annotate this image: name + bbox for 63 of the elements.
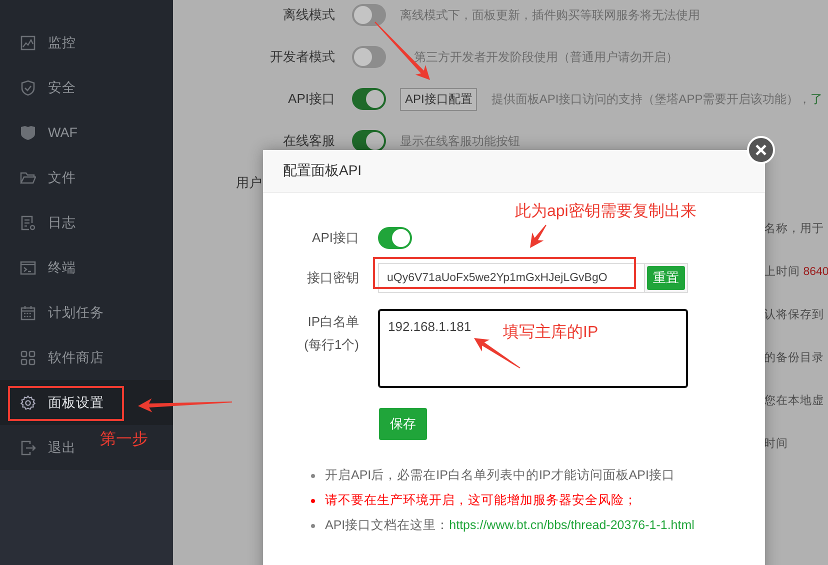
key-field[interactable]: uQy6V71aUoFx5we2Yp1mGxHJejLGvBgO xyxy=(378,263,644,293)
reset-button[interactable]: 重置 xyxy=(647,266,685,290)
field-label: API接口 xyxy=(311,229,359,247)
toggle-switch[interactable] xyxy=(352,130,386,152)
note-text: 请不要在生产环境开启，这可能增加服务器安全风险； xyxy=(325,492,637,509)
shield-icon xyxy=(20,80,36,96)
chart-icon xyxy=(20,34,36,50)
setting-description: 显示在线客服功能按钮 xyxy=(400,132,520,150)
bullet-dot xyxy=(311,498,315,502)
sidebar-item[interactable]: 退出 xyxy=(8,430,84,466)
annotation-text: 填写主库的IP xyxy=(503,322,598,343)
save-button[interactable]: 保存 xyxy=(379,408,427,440)
apps-icon xyxy=(20,350,36,366)
shield-icon xyxy=(20,124,36,140)
bullet-dot xyxy=(311,524,315,528)
annotation-text: 此为api密钥需要复制出来 xyxy=(515,202,696,222)
annotation-arrow xyxy=(530,224,546,248)
sidebar-item[interactable]: 日志 xyxy=(8,204,84,240)
dialog-title: 配置面板API xyxy=(283,162,362,180)
setting-label: 开发者模式 xyxy=(269,48,335,66)
doc-link[interactable]: https://www.bt.cn/bbs/thread-20376-1-1.html xyxy=(449,518,694,532)
folder-icon xyxy=(20,170,36,186)
document-icon xyxy=(20,214,36,230)
setting-label: API接口 xyxy=(287,90,335,108)
sidebar-item[interactable]: WAF xyxy=(8,114,86,150)
toggle-switch[interactable] xyxy=(352,46,386,68)
note-text: 开启API后，必需在IP白名单列表中的IP才能访问面板API接口 xyxy=(325,467,675,484)
toggle-switch[interactable] xyxy=(378,227,412,249)
setting-description: 您在本地虚 xyxy=(764,394,824,408)
terminal-icon xyxy=(20,260,36,276)
note-text: API接口文档在这里：https://www.bt.cn/bbs/thread-20376-1-1.html xyxy=(325,517,694,534)
sidebar-item[interactable]: 文件 xyxy=(8,160,84,196)
close-icon xyxy=(755,144,767,156)
sidebar-item[interactable]: 终端 xyxy=(8,250,84,286)
sidebar-item[interactable]: 安全 xyxy=(8,70,84,106)
annotation-text: 第一步 xyxy=(100,430,148,450)
setting-description: 时间 xyxy=(764,436,788,451)
logout-icon xyxy=(20,440,36,456)
field-label: 接口密钥 xyxy=(306,269,359,287)
setting-description: 认将保存到 xyxy=(764,308,824,322)
setting-label: 离线模式 xyxy=(282,6,335,24)
learn-link[interactable]: 了 xyxy=(810,92,823,106)
toggle-switch[interactable] xyxy=(352,88,386,110)
sidebar-item[interactable]: 监控 xyxy=(8,24,84,60)
config-button[interactable]: API接口配置 xyxy=(400,88,478,110)
toggle-switch[interactable] xyxy=(352,4,386,26)
bullet-dot xyxy=(311,474,315,478)
field-hint: (每行1个) xyxy=(304,336,359,354)
setting-description: 上时间 8640 xyxy=(764,264,828,279)
field-label: IP白名单 xyxy=(308,313,359,331)
sidebar-item[interactable]: 软件商店 xyxy=(8,340,112,376)
setting-description: 的备份目录 xyxy=(764,350,824,365)
sidebar-item[interactable]: 计划任务 xyxy=(8,294,112,330)
setting-description: 名称，用于 xyxy=(764,222,824,236)
annotation-arrow xyxy=(474,338,520,368)
sidebar-item[interactable]: 面板设置 xyxy=(8,384,112,420)
setting-description: 离线模式下，面板更新，插件购买等联网服务将无法使用 xyxy=(400,6,700,24)
settings-icon xyxy=(20,394,36,410)
setting-label: 在线客服 xyxy=(282,132,335,150)
setting-description: 提供面板API接口访问的支持（堡塔APP需要开启该功能），了 xyxy=(491,90,823,108)
setting-description: 第三方开发者开发阶段使用（普通用户请勿开启） xyxy=(414,48,678,66)
calendar-icon xyxy=(20,304,36,320)
setting-label: 用户 xyxy=(236,174,262,192)
